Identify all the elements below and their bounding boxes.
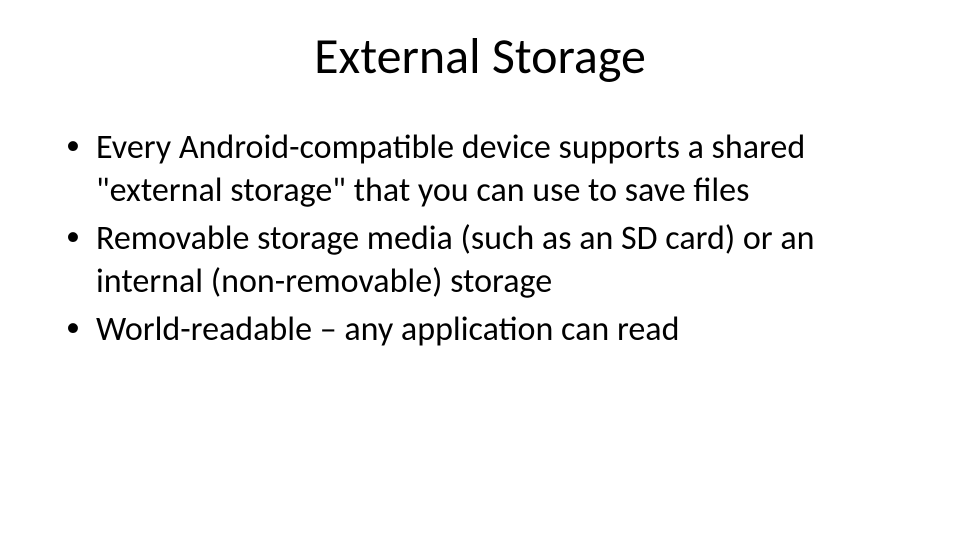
slide-title: External Storage <box>50 26 910 87</box>
slide: External Storage Every Android-compatibl… <box>0 0 960 540</box>
bullet-list: Every Android-compatible device supports… <box>60 127 910 352</box>
bullet-item: Removable storage media (such as an SD c… <box>60 218 910 303</box>
slide-content: Every Android-compatible device supports… <box>50 127 910 352</box>
bullet-item: World-readable – any application can rea… <box>60 309 910 352</box>
bullet-item: Every Android-compatible device supports… <box>60 127 910 212</box>
